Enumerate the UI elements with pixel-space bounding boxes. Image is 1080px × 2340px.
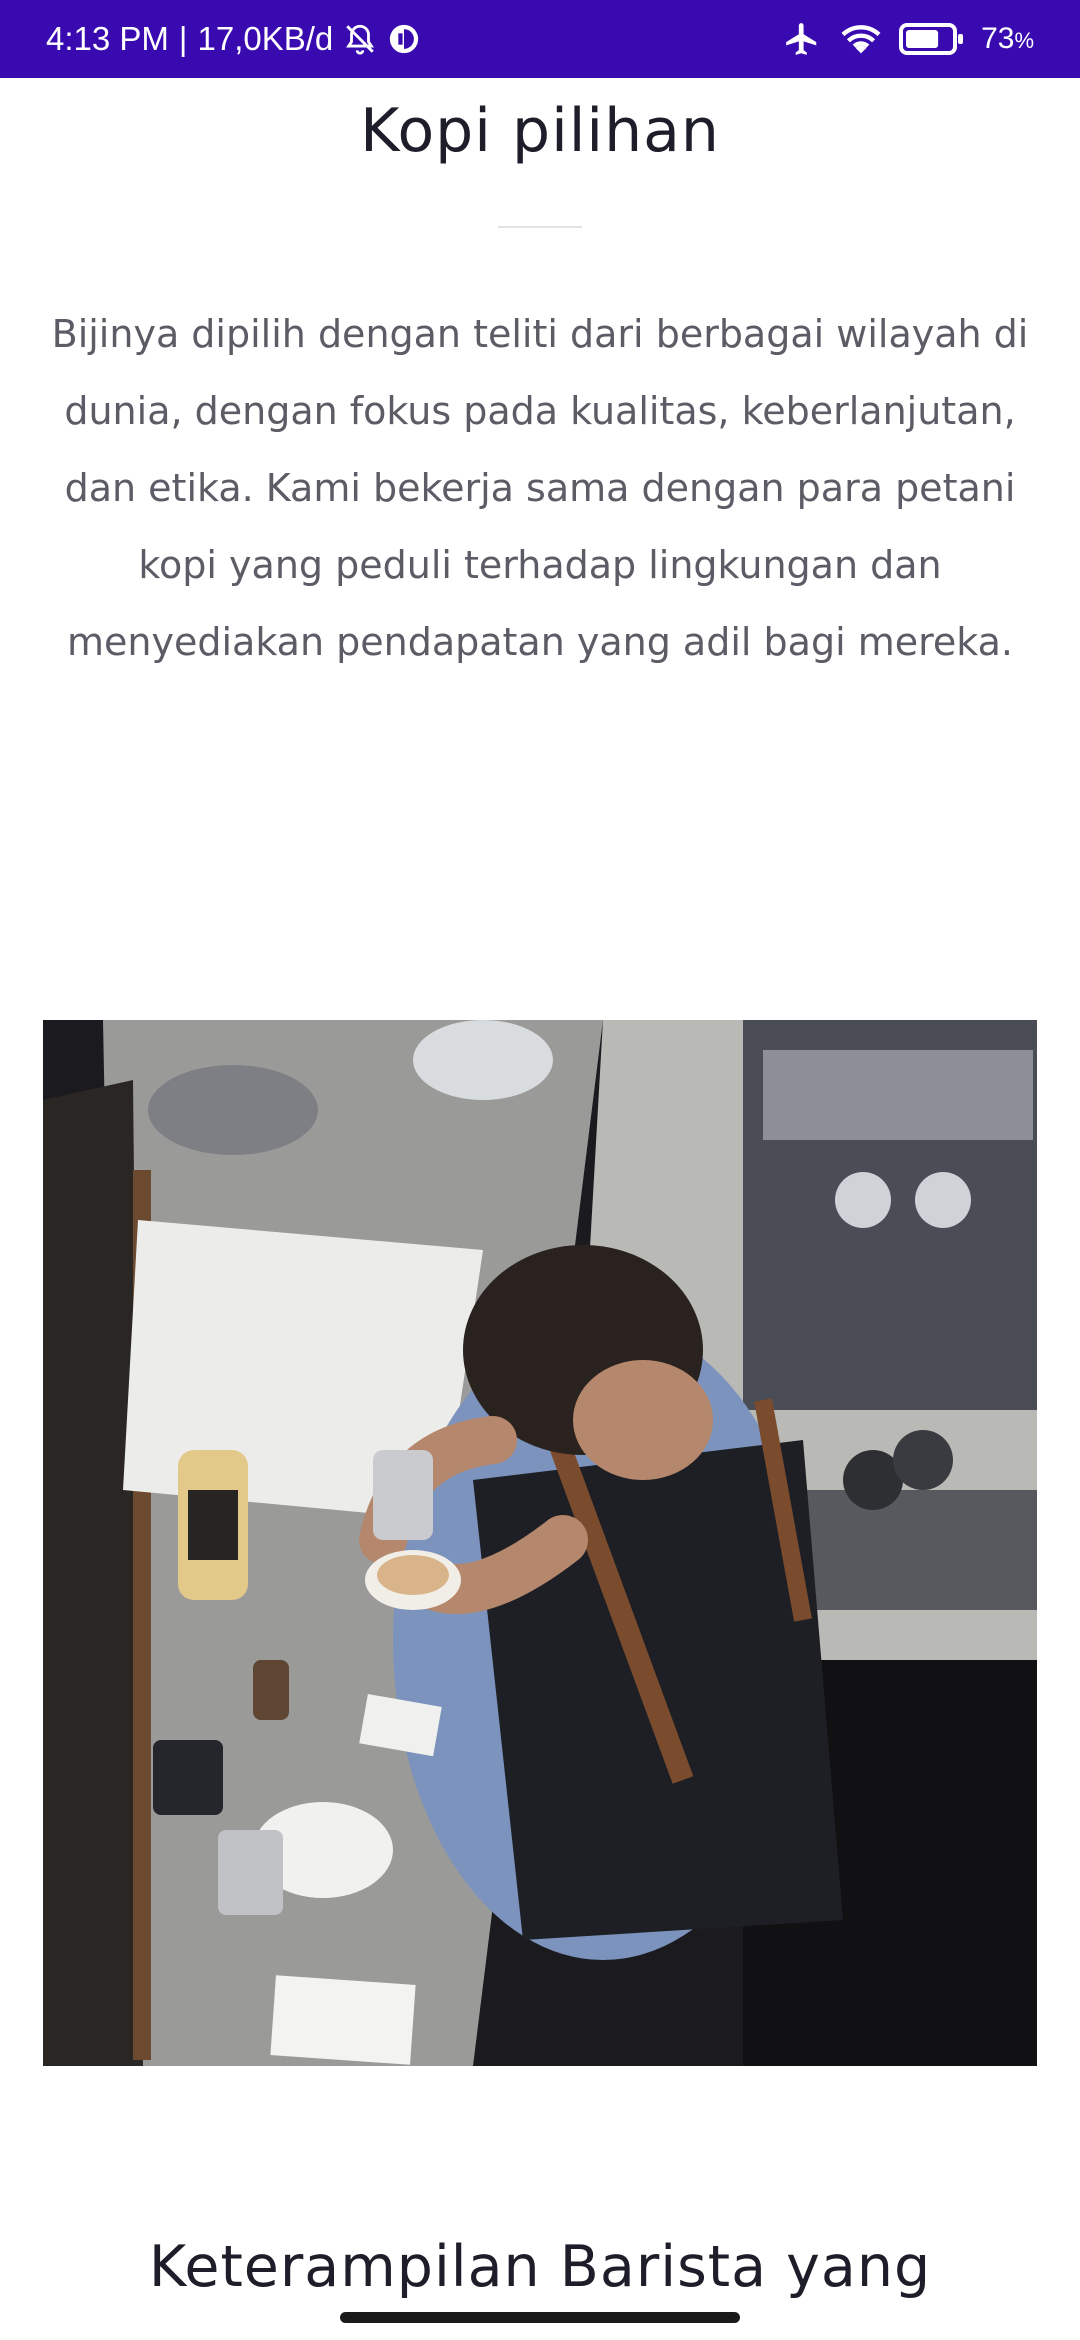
- battery-percentage: 73%: [981, 22, 1034, 56]
- data-saver-icon: [387, 22, 421, 56]
- title-divider: [498, 226, 582, 228]
- status-bar: 4:13 PM | 17,0KB/d 73%: [0, 0, 1080, 78]
- status-separator: |: [178, 20, 188, 57]
- status-left: 4:13 PM | 17,0KB/d: [46, 20, 421, 58]
- home-indicator[interactable]: [340, 2312, 740, 2323]
- airplane-icon: [781, 20, 823, 58]
- battery-value: 73: [981, 22, 1015, 55]
- barista-photo: [43, 1020, 1037, 2066]
- section-title: Kopi pilihan: [360, 96, 720, 166]
- next-section-title: Keterampilan Barista yang: [148, 2234, 932, 2300]
- status-time: 4:13 PM: [46, 20, 169, 57]
- page-content[interactable]: Kopi pilihan Bijinya dipilih dengan teli…: [0, 78, 1080, 2340]
- bell-off-icon: [343, 22, 377, 56]
- section-description: Bijinya dipilih dengan teliti dari berba…: [51, 312, 1029, 664]
- wifi-icon: [839, 21, 883, 57]
- status-right: 73%: [781, 20, 1034, 58]
- battery-icon: [899, 22, 965, 56]
- network-speed: 17,0KB/d: [197, 20, 334, 57]
- battery-unit: %: [1014, 28, 1034, 53]
